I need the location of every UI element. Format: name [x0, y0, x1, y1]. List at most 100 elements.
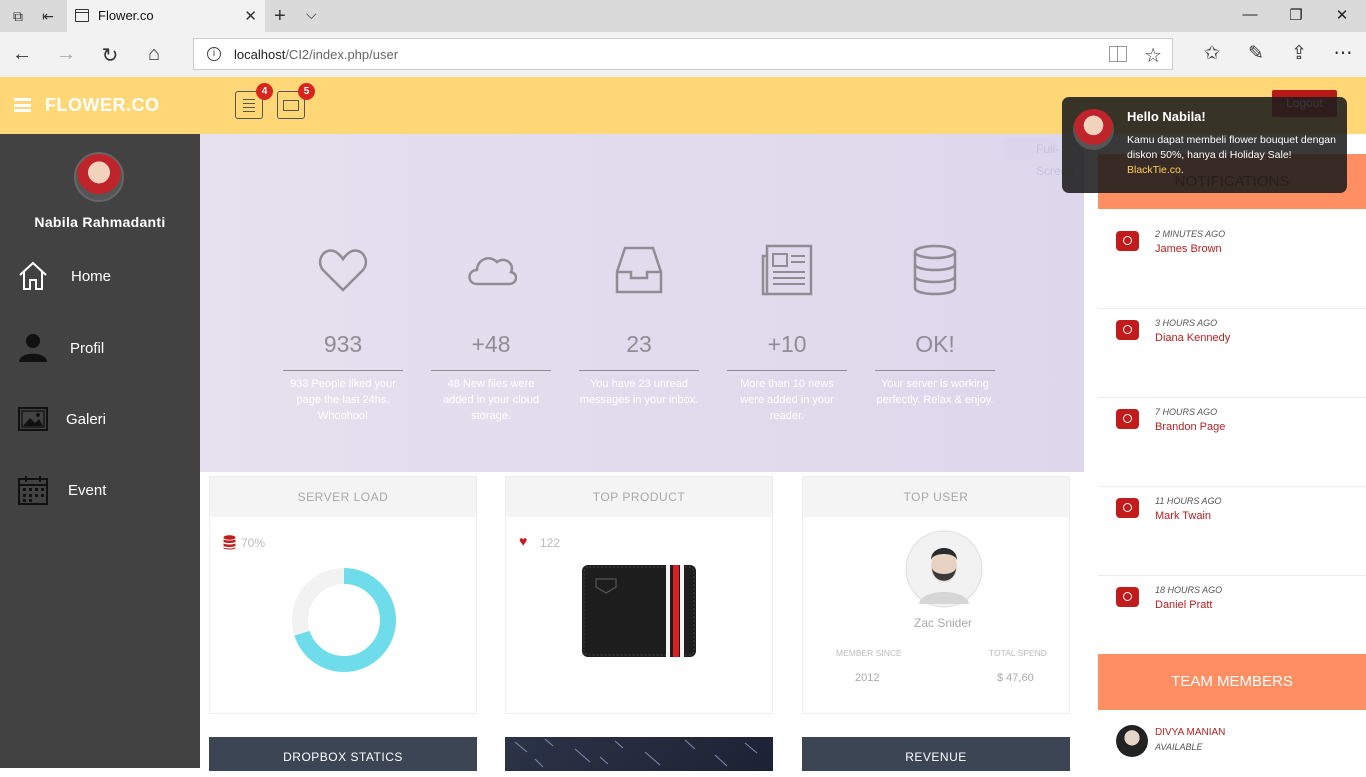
clock-icon — [1116, 231, 1139, 251]
avatar — [1073, 109, 1114, 150]
stat-news: +10 More than 10 news were added in your… — [727, 244, 847, 424]
notification-item[interactable]: 3 HOURS AGO Diana Kennedy — [1098, 309, 1366, 398]
app-logo[interactable]: FLOWER.CO — [45, 95, 160, 116]
avatar[interactable] — [905, 530, 983, 608]
stats-panel: Full-Screen 933 933 People liked your pa… — [200, 134, 1084, 472]
clock-icon — [1116, 498, 1139, 518]
team-members-header: TEAM MEMBERS — [1098, 654, 1366, 710]
avatar[interactable] — [74, 152, 124, 202]
more-icon[interactable]: ⋯ — [1331, 42, 1355, 65]
window-close-icon[interactable]: ✕ — [1332, 6, 1352, 24]
heart-icon[interactable]: ♥ — [519, 533, 527, 549]
product-wallet-image[interactable] — [580, 561, 700, 659]
sidebar: Nabila Rahmadanti Home Profil Galeri Eve… — [0, 134, 200, 768]
image-icon — [18, 407, 48, 431]
new-tab-icon[interactable]: + — [274, 5, 286, 28]
notification-name[interactable]: Diana Kennedy — [1155, 332, 1230, 344]
cloud-icon — [468, 257, 518, 286]
stat-cloud: +48 48 New files were added in your clou… — [431, 244, 551, 424]
notification-item[interactable]: 11 HOURS AGO Mark Twain — [1098, 487, 1366, 576]
stat-value: +10 — [727, 331, 847, 371]
clock-icon — [1116, 587, 1139, 607]
info-icon[interactable]: i — [207, 47, 221, 61]
total-spend-value: $ 47,60 — [997, 672, 1034, 684]
main-content: Full-Screen 933 933 People liked your pa… — [200, 134, 1084, 771]
favorites-icon[interactable]: ✩ — [1200, 42, 1224, 65]
tasks-button[interactable]: 4 — [235, 83, 273, 119]
member-since-value: 2012 — [855, 672, 880, 684]
team-member[interactable]: DIVYA MANIAN AVAILABLE — [1098, 722, 1366, 768]
sidebar-item-event[interactable]: Event — [0, 468, 200, 518]
notification-time: 2 MINUTES AGO — [1155, 229, 1226, 239]
notification-item[interactable]: 7 HOURS AGO Brandon Page — [1098, 398, 1366, 487]
forward-icon[interactable]: → — [54, 43, 78, 66]
starfield-image — [514, 738, 758, 768]
notification-item[interactable]: 18 HOURS AGO Daniel Pratt — [1098, 576, 1366, 665]
restore-icon[interactable]: ❐ — [1286, 6, 1306, 24]
toast-body: Kamu dapat membeli flower bouquet dengan… — [1127, 134, 1336, 176]
notification-name[interactable]: Mark Twain — [1155, 510, 1211, 522]
user-name: Nabila Rahmadanti — [34, 214, 166, 230]
tab-title: Flower.co — [98, 8, 154, 23]
sidebar-item-label: Profil — [70, 340, 105, 357]
browser-tab[interactable]: Flower.co ✕ — [67, 0, 265, 32]
notification-name[interactable]: Daniel Pratt — [1155, 599, 1212, 611]
total-spend-label: TOTAL SPEND — [989, 648, 1047, 658]
stat-inbox: 23 You have 23 unread messages in your i… — [579, 244, 699, 408]
refresh-icon[interactable]: ↻ — [98, 43, 122, 68]
close-tab-icon[interactable]: ✕ — [244, 7, 257, 25]
right-panel: NOTIFICATIONS 2 MINUTES AGO James Brown … — [1084, 134, 1366, 768]
card-title: SERVER LOAD — [210, 477, 476, 517]
stat-desc: 48 New files were added in your cloud st… — [442, 378, 539, 422]
toast-link[interactable]: BlackTie.co — [1127, 164, 1181, 176]
stat-desc: Your server is working perfectly. Relax … — [876, 378, 994, 406]
tasks-badge: 4 — [256, 83, 273, 100]
stat-desc: More than 10 news were added in your rea… — [740, 378, 834, 422]
address-row: ← → ↻ ⌂ i localhost/CI2/index.php/user ☆… — [0, 32, 1366, 77]
member-status: AVAILABLE — [1155, 742, 1203, 752]
reading-view-icon[interactable] — [1109, 46, 1127, 62]
notification-item[interactable]: 2 MINUTES AGO James Brown — [1098, 220, 1366, 309]
stat-value: 23 — [579, 331, 699, 371]
home-browser-icon[interactable]: ⌂ — [142, 43, 166, 66]
set-aside-tabs-icon[interactable]: ⇤ — [40, 8, 56, 24]
sidebar-item-label: Event — [68, 482, 107, 499]
mail-badge: 5 — [298, 83, 315, 100]
server-load-donut — [292, 568, 396, 672]
revenue-card: REVENUE — [802, 737, 1070, 771]
sidebar-item-galeri[interactable]: Galeri — [0, 397, 200, 447]
mail-button[interactable]: 5 — [277, 83, 315, 119]
notification-name[interactable]: James Brown — [1155, 243, 1222, 255]
notification-time: 18 HOURS AGO — [1155, 585, 1223, 595]
welcome-toast[interactable]: Hello Nabila! Kamu dapat membeli flower … — [1062, 97, 1347, 193]
chevron-down-icon[interactable]: ⌵ — [306, 6, 317, 23]
database-icon — [223, 535, 236, 550]
clock-icon — [1116, 409, 1139, 429]
tab-list-icon[interactable]: ⧉ — [10, 8, 26, 24]
favorite-star-icon[interactable]: ☆ — [1144, 43, 1162, 68]
notification-time: 3 HOURS AGO — [1155, 318, 1218, 328]
top-product-card: TOP PRODUCT ♥ 122 — [505, 476, 773, 714]
dropbox-card: DROPBOX STATICS — [209, 737, 477, 771]
notification-name[interactable]: Brandon Page — [1155, 421, 1225, 433]
home-icon — [19, 261, 47, 290]
stat-desc: You have 23 unread messages in your inbo… — [579, 378, 699, 406]
address-bar[interactable]: i localhost/CI2/index.php/user ☆ — [193, 38, 1173, 70]
stat-value: 933 — [283, 331, 403, 371]
clock-icon — [1116, 320, 1139, 340]
pen-icon[interactable]: ✎ — [1244, 42, 1268, 65]
member-name[interactable]: DIVYA MANIAN — [1155, 727, 1225, 738]
back-icon[interactable]: ← — [10, 43, 34, 66]
calendar-icon — [18, 476, 48, 505]
stat-value: OK! — [875, 331, 995, 371]
product-likes: 122 — [540, 536, 561, 550]
share-icon[interactable]: ⇪ — [1287, 42, 1311, 65]
sidebar-item-label: Home — [71, 268, 112, 285]
stat-value: +48 — [431, 331, 551, 371]
sidebar-item-home[interactable]: Home — [0, 254, 200, 304]
sidebar-item-profil[interactable]: Profil — [0, 326, 200, 376]
menu-icon[interactable] — [14, 98, 31, 112]
avatar — [1116, 725, 1148, 757]
url-text[interactable]: localhost/CI2/index.php/user — [234, 47, 398, 62]
minimize-icon[interactable]: — — [1240, 6, 1260, 23]
